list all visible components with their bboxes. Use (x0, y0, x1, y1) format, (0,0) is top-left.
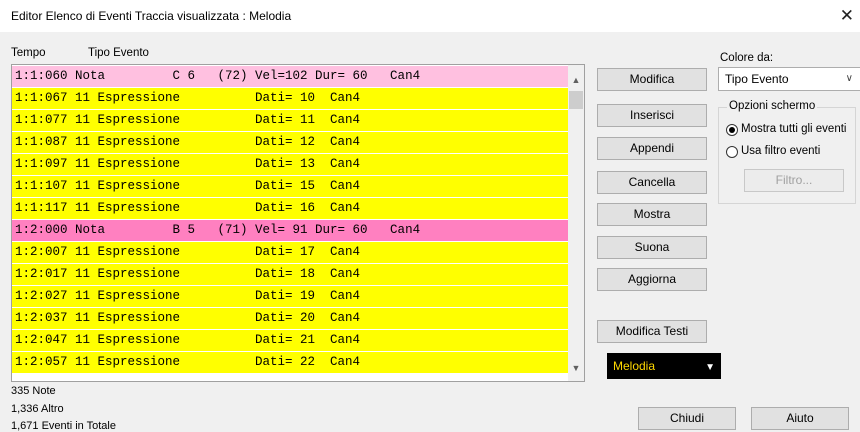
chiudi-button[interactable]: Chiudi (638, 407, 736, 430)
mostra-tutti-label[interactable]: Mostra tutti gli eventi (741, 123, 846, 135)
event-row[interactable]: 1:2:017 11 Espressione Dati= 18 Can4 (12, 264, 568, 285)
mostra-tutti-radio[interactable] (726, 124, 738, 136)
event-row[interactable]: 1:2:027 11 Espressione Dati= 19 Can4 (12, 286, 568, 307)
chevron-down-icon[interactable]: ▼ (568, 359, 584, 377)
event-list-scrollbar[interactable]: ▲ ▼ (568, 65, 584, 381)
scrollbar-thumb[interactable] (569, 91, 583, 109)
aiuto-button[interactable]: Aiuto (751, 407, 849, 430)
event-row[interactable]: 1:2:007 11 Espressione Dati= 17 Can4 (12, 242, 568, 263)
track-select[interactable]: Melodia ▼ (607, 353, 721, 379)
usa-filtro-radio[interactable] (726, 146, 738, 158)
inserisci-button[interactable]: Inserisci (597, 104, 707, 127)
event-row[interactable]: 1:1:097 11 Espressione Dati= 13 Can4 (12, 154, 568, 175)
event-row[interactable]: 1:2:057 11 Espressione Dati= 22 Can4 (12, 352, 568, 373)
event-list[interactable]: 1:2:057 11 Espressione Dati= 22 Can4 1:2:… (11, 64, 585, 382)
event-row[interactable]: 1:1:117 11 Espressione Dati= 16 Can4 (12, 198, 568, 219)
event-row[interactable]: 1:1:077 11 Espressione Dati= 11 Can4 (12, 110, 568, 131)
event-row[interactable]: 1:2:047 11 Espressione Dati= 21 Can4 (12, 330, 568, 351)
header-tempo: Tempo (11, 47, 46, 59)
chevron-down-icon: ∨ (845, 73, 853, 84)
event-row[interactable]: 1:1:060 Nota C 6 (72) Vel=102 Dur= 60 Ca… (12, 66, 568, 87)
colore-label: Colore da: (720, 52, 774, 64)
colore-select[interactable]: Tipo Evento ∨ (718, 67, 860, 91)
colore-select-value: Tipo Evento (725, 72, 789, 86)
chevron-up-icon[interactable]: ▲ (568, 71, 584, 89)
event-row[interactable]: 1:1:067 11 Espressione Dati= 10 Can4 (12, 88, 568, 109)
suona-button[interactable]: Suona (597, 236, 707, 259)
modifica-button[interactable]: Modifica (597, 68, 707, 91)
appendi-button[interactable]: Appendi (597, 137, 707, 160)
window-title: Editor Elenco di Eventi Traccia visualiz… (11, 9, 292, 23)
aggiorna-button[interactable]: Aggiorna (597, 268, 707, 291)
header-tipo-evento: Tipo Evento (88, 47, 149, 59)
status-altro-count: 1,336 Altro (11, 403, 64, 415)
event-row[interactable]: 1:1:087 11 Espressione Dati= 12 Can4 (12, 132, 568, 153)
usa-filtro-label[interactable]: Usa filtro eventi (741, 145, 820, 157)
status-total-count: 1,671 Eventi in Totale (11, 420, 116, 432)
filtro-button[interactable]: Filtro... (744, 169, 844, 192)
title-bar: Editor Elenco di Eventi Traccia visualiz… (0, 0, 860, 33)
mostra-button[interactable]: Mostra (597, 203, 707, 226)
cancella-button[interactable]: Cancella (597, 171, 707, 194)
event-row[interactable]: 1:2:037 11 Espressione Dati= 20 Can4 (12, 308, 568, 329)
chevron-down-icon: ▼ (705, 362, 715, 373)
close-icon[interactable]: ✕ (840, 6, 854, 26)
event-row[interactable]: 1:1:107 11 Espressione Dati= 15 Can4 (12, 176, 568, 197)
opzioni-schermo-title: Opzioni schermo (727, 100, 818, 112)
track-select-value: Melodia (613, 359, 656, 373)
event-row[interactable]: 1:2:000 Nota B 5 (71) Vel= 91 Dur= 60 Ca… (12, 220, 568, 241)
status-note-count: 335 Note (11, 385, 56, 397)
modifica-testi-button[interactable]: Modifica Testi (597, 320, 707, 343)
